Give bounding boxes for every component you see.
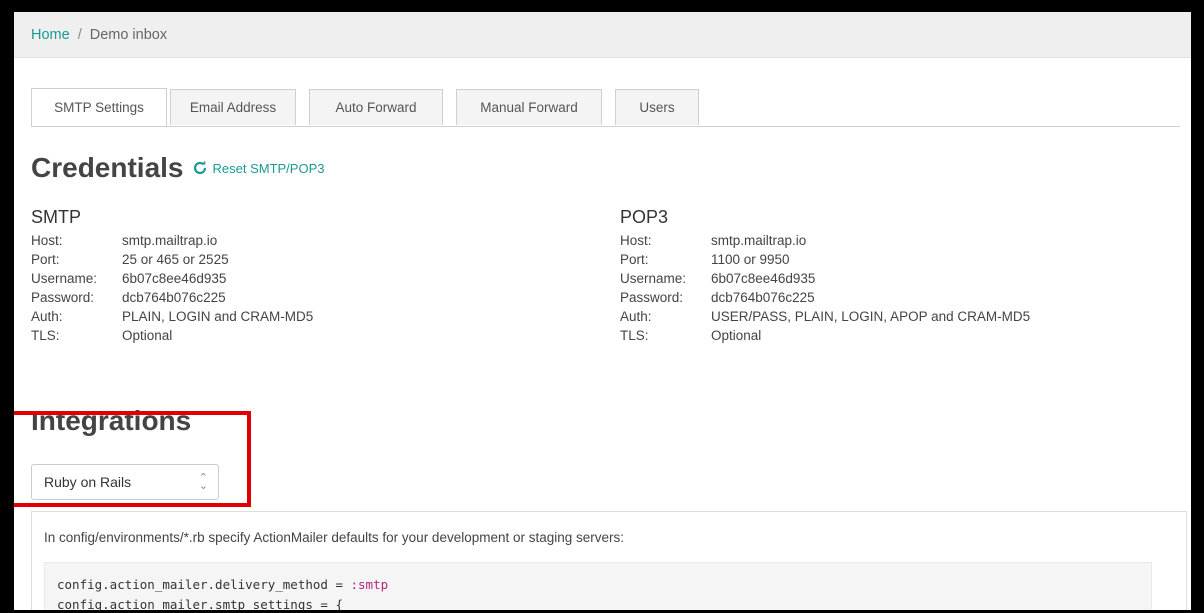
field-value: PLAIN, LOGIN and CRAM-MD5	[122, 309, 314, 324]
integration-description: In config/environments/*.rb specify Acti…	[44, 530, 625, 545]
pop3-password-row: Password: dcb764b076c225	[620, 288, 1030, 307]
field-label: TLS:	[620, 328, 649, 343]
code-text: config.action_mailer.delivery_method =	[57, 577, 351, 592]
field-label: Username:	[31, 271, 98, 286]
code-snippet: config.action_mailer.delivery_method = :…	[44, 562, 1152, 610]
field-value: 6b07c8ee46d935	[122, 271, 227, 286]
tab-email-address[interactable]: Email Address	[170, 89, 296, 125]
field-label: TLS:	[31, 328, 60, 343]
smtp-password-row: Password: dcb764b076c225	[31, 288, 313, 307]
field-value: 25 or 465 or 2525	[122, 252, 229, 267]
pop3-port-row: Port: 1100 or 9950	[620, 250, 1030, 269]
field-label: Port:	[31, 252, 60, 267]
field-label: Username:	[620, 271, 687, 286]
field-value: 6b07c8ee46d935	[711, 271, 816, 286]
tab-label: Email Address	[189, 100, 277, 115]
breadcrumb-home-link[interactable]: Home	[31, 27, 70, 43]
field-label: Host:	[620, 233, 652, 248]
integration-select[interactable]: Ruby on Rails ⌃ ⌄	[31, 464, 219, 500]
tab-users[interactable]: Users	[615, 89, 699, 125]
tab-auto-forward[interactable]: Auto Forward	[309, 89, 443, 125]
field-value: Optional	[122, 328, 173, 343]
reset-smtp-pop3-link[interactable]: Reset SMTP/POP3	[192, 160, 325, 176]
select-updown-icon: ⌃ ⌄	[198, 472, 208, 492]
field-value: USER/PASS, PLAIN, LOGIN, APOP and CRAM-M…	[711, 309, 1031, 324]
integrations-heading: Integrations	[31, 405, 192, 436]
pop3-host-row: Host: smtp.mailtrap.io	[620, 231, 1030, 250]
field-value: dcb764b076c225	[122, 290, 226, 305]
field-label: Password:	[620, 290, 684, 305]
pop3-username-row: Username: 6b07c8ee46d935	[620, 269, 1030, 288]
settings-tabs: SMTP Settings Email Address Auto Forward…	[31, 86, 1180, 127]
field-value: dcb764b076c225	[711, 290, 815, 305]
pop3-auth-row: Auth: USER/PASS, PLAIN, LOGIN, APOP and C…	[620, 307, 1030, 326]
code-symbol: :smtp	[350, 577, 389, 592]
breadcrumb-current: Demo inbox	[89, 26, 168, 43]
tab-label: Auto Forward	[335, 100, 417, 115]
tab-label: SMTP Settings	[54, 100, 144, 115]
tab-manual-forward[interactable]: Manual Forward	[456, 89, 602, 125]
smtp-credentials: SMTP Host: smtp.mailtrap.io Port: 25 or 46…	[31, 207, 313, 345]
tab-label: Manual Forward	[480, 100, 578, 115]
smtp-port-row: Port: 25 or 465 or 2525	[31, 250, 313, 269]
tab-label: Users	[639, 100, 675, 115]
field-value: 1100 or 9950	[711, 252, 790, 267]
smtp-host-row: Host: smtp.mailtrap.io	[31, 231, 313, 250]
smtp-tls-row: TLS: Optional	[31, 326, 313, 345]
field-value: smtp.mailtrap.io	[711, 233, 807, 248]
field-value: Optional	[711, 328, 762, 343]
field-value: smtp.mailtrap.io	[122, 233, 218, 248]
breadcrumb: Home / Demo inbox	[14, 12, 1191, 58]
field-label: Auth:	[31, 309, 63, 324]
field-label: Host:	[31, 233, 63, 248]
credentials-title: Credentials	[31, 152, 184, 183]
integration-panel: In config/environments/*.rb specify Acti…	[31, 511, 1187, 610]
pop3-title: POP3	[620, 207, 669, 227]
reset-link-label: Reset SMTP/POP3	[212, 160, 325, 176]
breadcrumb-separator: /	[77, 26, 82, 43]
credentials-heading: Credentials Reset SMTP/POP3	[31, 152, 324, 184]
code-line: config.action_mailer.delivery_method = :…	[57, 575, 1139, 595]
app-frame: Home / Demo inbox SMTP Settings Email Ad…	[14, 12, 1191, 610]
field-label: Password:	[31, 290, 95, 305]
field-label: Auth:	[620, 309, 652, 324]
smtp-auth-row: Auth: PLAIN, LOGIN and CRAM-MD5	[31, 307, 313, 326]
integration-select-value: Ruby on Rails	[44, 474, 132, 490]
smtp-title: SMTP	[31, 207, 82, 227]
refresh-icon	[193, 160, 206, 175]
pop3-tls-row: TLS: Optional	[620, 326, 1030, 345]
smtp-username-row: Username: 6b07c8ee46d935	[31, 269, 313, 288]
tab-smtp-settings[interactable]: SMTP Settings	[31, 88, 167, 126]
pop3-credentials: POP3 Host: smtp.mailtrap.io Port: 1100 or …	[620, 207, 1030, 345]
field-label: Port:	[620, 252, 649, 267]
code-line: config.action_mailer.smtp_settings = {	[57, 597, 343, 610]
